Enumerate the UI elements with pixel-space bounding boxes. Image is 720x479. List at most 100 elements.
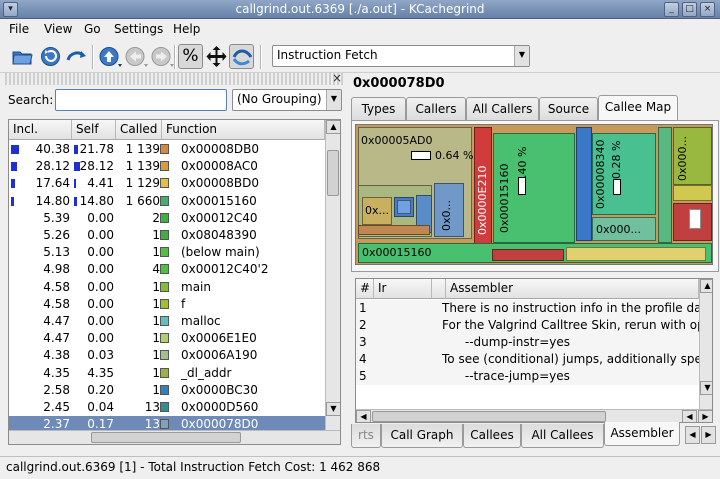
table-row[interactable]: 4.98 0.00 4 0x00012C40'2 [9, 261, 325, 278]
table-row[interactable]: 4.38 0.03 1 0x0006A190 [9, 347, 325, 364]
table-row[interactable]: 4.58 0.00 1 main [9, 279, 325, 296]
tab-types[interactable]: Types [351, 97, 406, 121]
close-panel-icon[interactable]: × [332, 71, 342, 85]
menu-go[interactable]: Go [84, 22, 101, 36]
table-row[interactable]: 4.47 0.00 1 0x0006E1E0 [9, 330, 325, 347]
col-asm-number[interactable]: # [356, 279, 374, 299]
maximize-button[interactable]: □ [682, 2, 697, 17]
menu-help[interactable]: Help [173, 22, 200, 36]
incl-cell: 4.47 [43, 331, 70, 346]
treemap-cell-blue-strip[interactable] [576, 127, 592, 241]
table-row[interactable]: 4.58 0.00 1 f [9, 296, 325, 313]
scroll-left-icon[interactable]: ◀ [682, 410, 697, 422]
function-color-swatch [160, 419, 169, 430]
forward-icon [150, 44, 175, 69]
event-type-select[interactable]: Instruction Fetch ▼ [272, 45, 530, 67]
incl-cell: 40.38 [35, 142, 70, 156]
table-row[interactable]: 40.38 21.78 1 139 0x00008DB0 [9, 141, 325, 158]
col-asm-ir[interactable]: Ir [374, 279, 432, 299]
table-row[interactable]: 5.13 0.00 1 (below main) [9, 244, 325, 261]
close-window-button[interactable]: × [700, 2, 715, 17]
table-row[interactable]: 4.47 0.00 1 malloc [9, 313, 325, 330]
tab-hidden-partial[interactable]: rts [351, 424, 381, 448]
function-color-swatch [160, 230, 169, 240]
callee-treemap[interactable]: 0x00005AD0 0.64 % 0x... 0x0... 0x0000E21… [355, 124, 713, 265]
hscroll-thumb[interactable] [372, 411, 606, 422]
col-called[interactable]: Called [116, 120, 162, 140]
treemap-cell-sub4[interactable] [397, 200, 411, 214]
table-row[interactable]: 28.12 28.12 1 139 0x00008AC0 [9, 158, 325, 175]
tab-callee-map[interactable]: Callee Map [598, 95, 678, 121]
treemap-cell-sub10[interactable] [673, 185, 712, 201]
list-item[interactable]: 2 For the Valgrind Calltree Skin, rerun w… [356, 317, 712, 334]
go-up-icon[interactable] [98, 44, 123, 69]
tab-callers[interactable]: Callers [406, 97, 466, 121]
open-folder-icon[interactable] [10, 44, 35, 69]
scroll-down-icon[interactable]: ▼ [700, 381, 712, 395]
function-list[interactable]: Incl. Self Called Function 40.38 21.78 1 1… [8, 119, 341, 445]
scroll-down-icon[interactable]: ▼ [326, 402, 340, 416]
col-self[interactable]: Self [72, 120, 116, 140]
scroll-up-icon[interactable]: ▲ [700, 279, 712, 293]
col-asm-assembler[interactable]: Assembler [446, 279, 699, 299]
tab-all-callers[interactable]: All Callers [466, 97, 539, 121]
tab-scroll-right-icon[interactable]: ▶ [701, 426, 716, 444]
table-row[interactable]: 4.35 4.35 1 _dl_addr [9, 365, 325, 382]
table-row[interactable]: 14.80 14.80 1 660 0x00015160 [9, 193, 325, 210]
scroll-thumb[interactable] [327, 150, 339, 196]
table-row[interactable]: 5.39 0.00 2 0x00012C40 [9, 210, 325, 227]
scroll-up-icon[interactable]: ▲ [326, 120, 340, 134]
col-asm-arrow[interactable] [432, 279, 446, 299]
incl-cell: 28.12 [35, 159, 70, 174]
tab-callees[interactable]: Callees [463, 424, 521, 448]
list-item[interactable]: 5 --trace-jump=yes [356, 368, 699, 385]
tab-call-graph[interactable]: Call Graph [381, 424, 463, 448]
list-item[interactable]: 1 There is no instruction info in the pro… [356, 300, 712, 317]
search-input[interactable] [55, 89, 227, 111]
hscroll-thumb[interactable] [91, 432, 241, 443]
tab-all-callees[interactable]: All Callees [521, 424, 604, 448]
self-cell: 0.00 [87, 228, 114, 242]
tab-scroll-left-icon[interactable]: ◀ [685, 426, 700, 444]
asm-scrollbar[interactable]: ▲ ▼ [699, 279, 712, 409]
scroll-left-icon[interactable]: ◀ [356, 410, 371, 422]
function-color-swatch [160, 281, 169, 292]
minimize-button[interactable]: _ [664, 2, 679, 17]
treemap-cell-sub9[interactable] [658, 127, 672, 243]
col-incl[interactable]: Incl. [9, 120, 72, 140]
assembler-view[interactable]: # Ir Assembler 1 There is no instruction … [355, 278, 713, 423]
cycle-detection-icon[interactable] [229, 44, 254, 69]
search-label: Search: [8, 93, 54, 107]
table-row[interactable]: 2.58 0.20 1 0x0000BC30 [9, 382, 325, 399]
self-cell: 28.12 [79, 159, 114, 174]
tab-assembler[interactable]: Assembler [604, 422, 680, 446]
list-item[interactable]: 4 To see (conditional) jumps, additionall… [356, 351, 712, 368]
tab-source[interactable]: Source [539, 97, 598, 121]
dock-handle[interactable] [5, 73, 344, 85]
table-row[interactable]: 2.45 0.04 13 0x0000D560 [9, 399, 325, 416]
grouping-select[interactable]: (No Grouping) ▼ [232, 89, 342, 111]
incl-cell: 4.47 [43, 314, 70, 328]
menu-file[interactable]: File [9, 22, 29, 36]
asm-text: --trace-jump=yes [442, 369, 570, 383]
table-row[interactable]: 17.64 4.41 1 129 0x00008BD0 [9, 175, 325, 192]
window-menu-icon[interactable]: ▾ [3, 2, 18, 17]
treemap-label-sub6: 0x0... [440, 200, 453, 231]
table-row[interactable]: 5.26 0.00 1 0x08048390 [9, 227, 325, 244]
function-name-cell: 0x0006E1E0 [181, 331, 257, 346]
treemap-cell-sub12[interactable] [492, 249, 564, 261]
asm-hscrollbar[interactable]: ◀ ◀ ▶ [356, 409, 712, 422]
menu-view[interactable]: View [44, 22, 72, 36]
treemap-cell-sub7[interactable] [358, 225, 430, 235]
move-arrows-icon[interactable] [204, 44, 229, 69]
list-scrollbar[interactable]: ▲ ▼ [325, 120, 340, 430]
reload-icon[interactable] [38, 44, 63, 69]
col-function[interactable]: Function [162, 120, 325, 140]
scroll-right-icon[interactable]: ▶ [698, 410, 712, 422]
redo-arrow-icon[interactable] [64, 44, 89, 69]
treemap-cell-sub13[interactable] [566, 247, 706, 261]
menu-settings[interactable]: Settings [114, 22, 163, 36]
list-hscrollbar[interactable] [9, 430, 340, 444]
list-item[interactable]: 3 --dump-instr=yes [356, 334, 699, 351]
percentage-toggle[interactable]: % [178, 44, 203, 69]
